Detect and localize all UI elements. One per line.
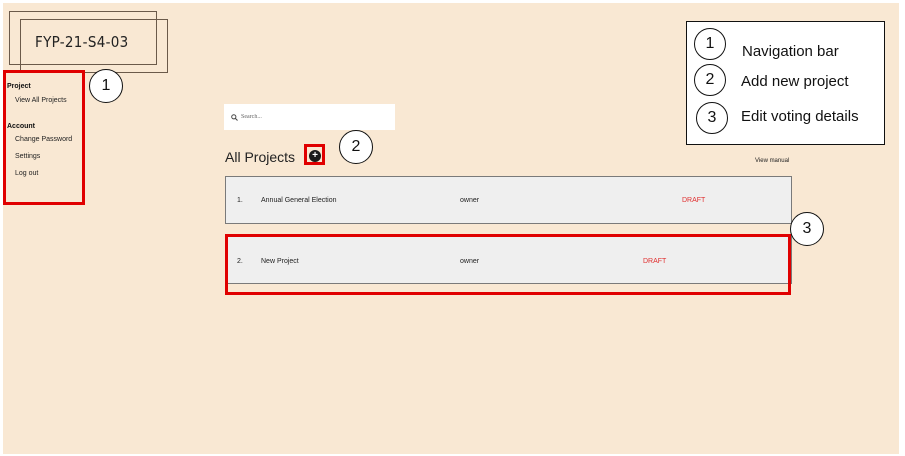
project-name: Annual General Election	[261, 197, 337, 204]
annotation-box-navigation	[3, 70, 85, 205]
annotation-marker-1: 1	[89, 69, 123, 103]
legend-number-1: 1	[694, 28, 726, 60]
legend-number-2: 2	[694, 64, 726, 96]
page-title: All Projects	[225, 149, 296, 165]
legend-number-3: 3	[696, 102, 728, 134]
project-row[interactable]: 1. Annual General Election owner DRAFT	[225, 176, 792, 224]
app-canvas: FYP-21-S4-03 Project View All Projects A…	[3, 3, 899, 454]
legend-label-3: Edit voting details	[741, 108, 859, 125]
search-bar[interactable]	[224, 104, 395, 130]
annotation-legend: 1 Navigation bar 2 Add new project 3 Edi…	[686, 21, 885, 145]
project-status: DRAFT	[682, 197, 706, 204]
legend-label-2: Add new project	[741, 73, 849, 90]
legend-label-1: Navigation bar	[742, 43, 839, 60]
view-manual-link[interactable]: View manual	[755, 158, 789, 164]
search-icon	[231, 113, 238, 121]
project-role: owner	[460, 197, 480, 204]
search-input[interactable]	[241, 114, 381, 120]
annotation-marker-3: 3	[790, 212, 824, 246]
project-index: 1.	[237, 197, 243, 204]
app-logo: FYP-21-S4-03	[35, 33, 129, 51]
annotation-box-add-project	[304, 144, 325, 165]
annotation-box-edit-voting	[225, 234, 791, 295]
annotation-marker-2: 2	[339, 130, 373, 164]
